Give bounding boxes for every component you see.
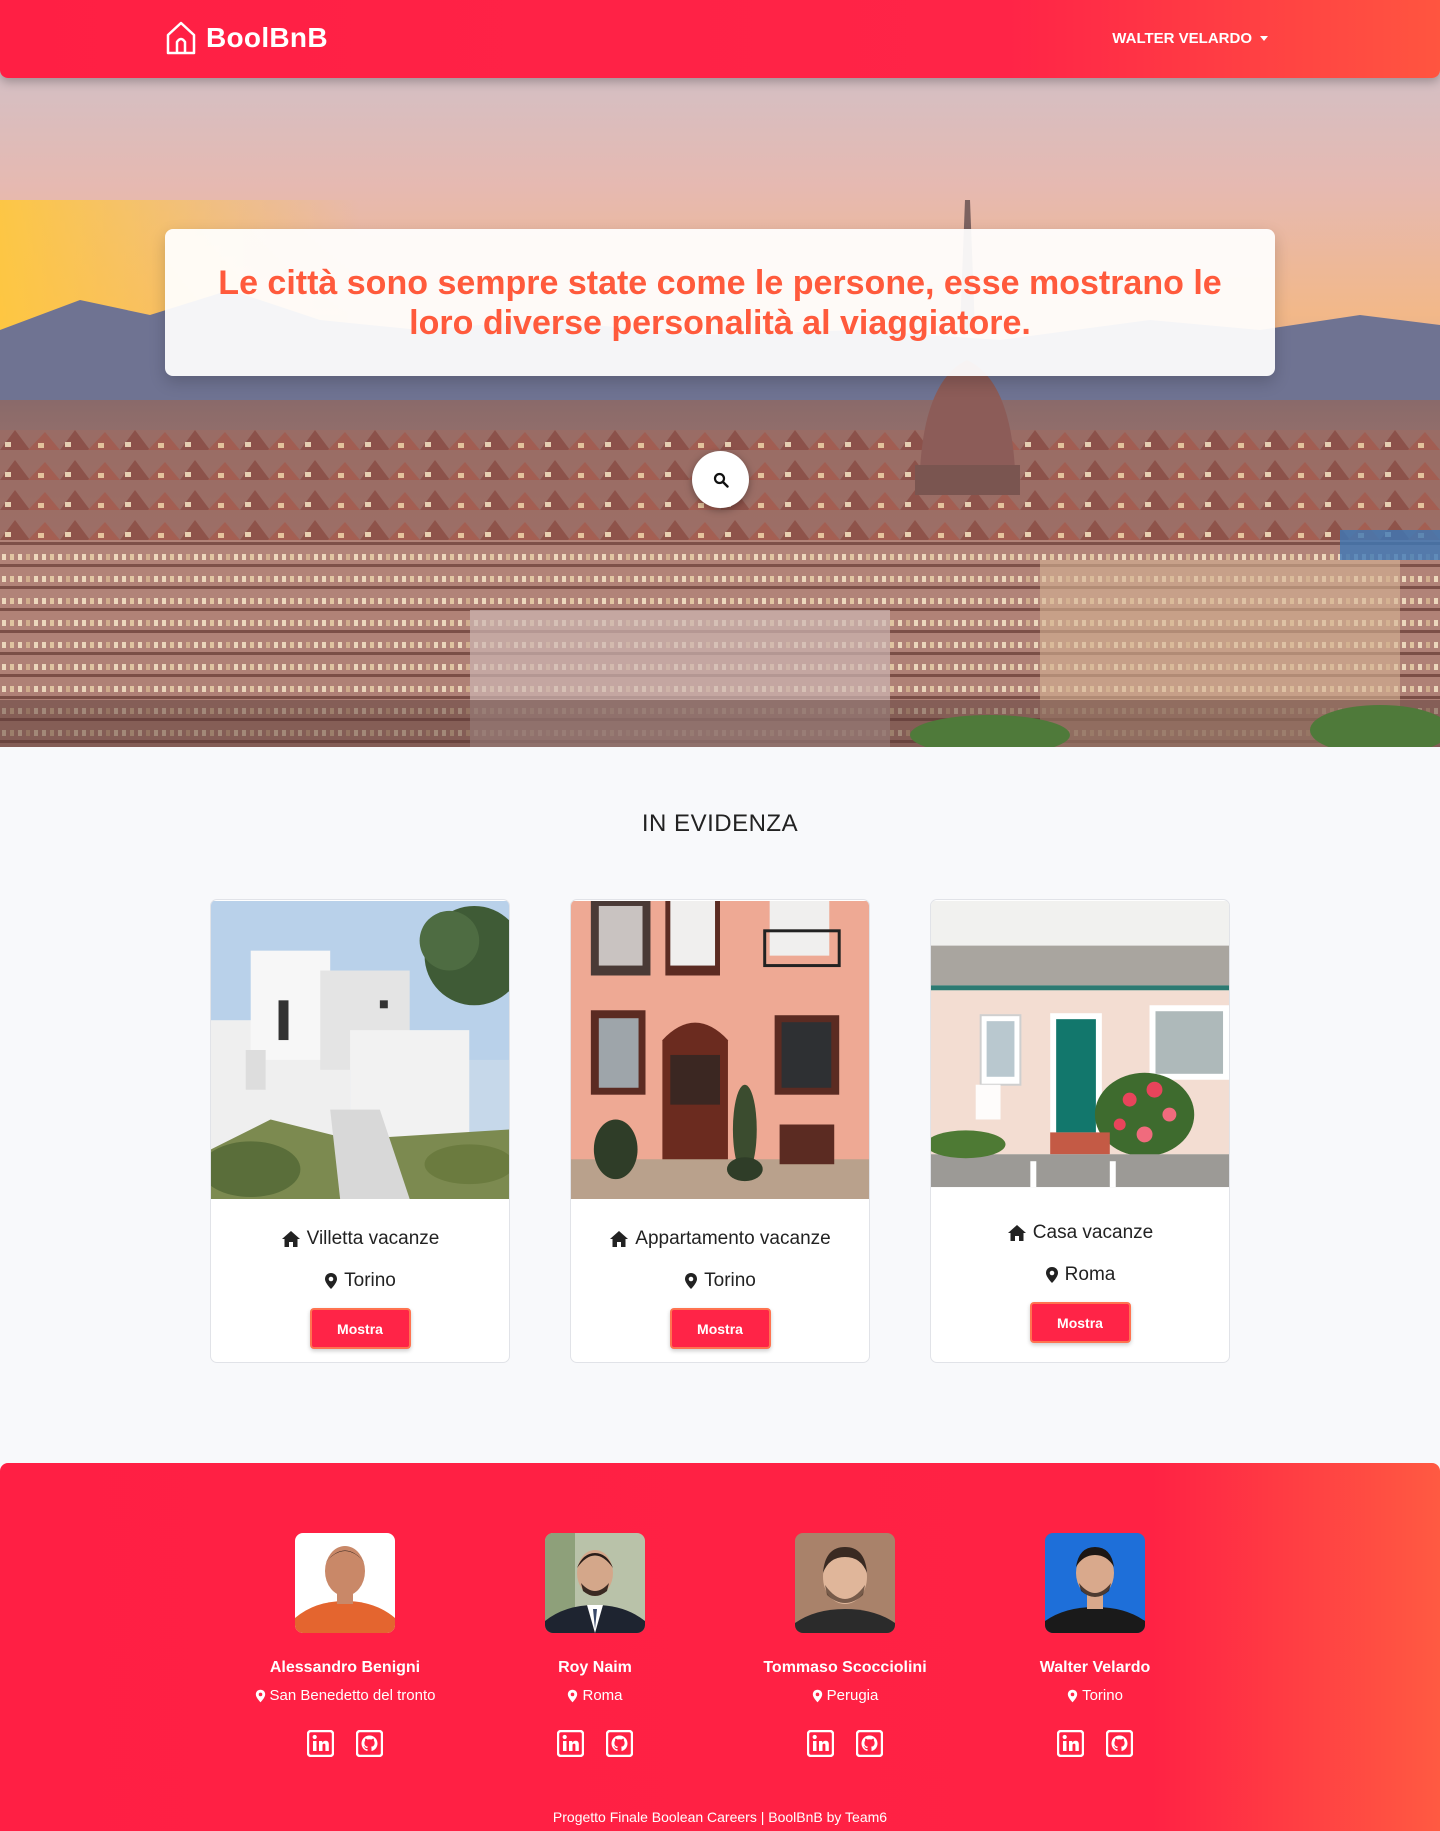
search-icon — [713, 472, 729, 488]
show-button[interactable]: Mostra — [669, 1308, 771, 1349]
featured-card-1: Villetta vacanze Torino Mostra — [210, 899, 510, 1363]
map-marker-icon — [568, 1689, 578, 1702]
navbar: BoolBnB WALTER VELARDO — [0, 0, 1440, 78]
team-member-2: Roy Naim Roma — [465, 1533, 725, 1758]
brand-name: BoolBnB — [206, 22, 328, 53]
map-marker-icon — [685, 1273, 698, 1289]
card-photo — [571, 901, 869, 1199]
map-marker-icon — [1045, 1267, 1058, 1283]
featured-title: IN EVIDENZA — [641, 810, 799, 837]
hero-section: Le città sono sempre state come le perso… — [0, 0, 1440, 747]
brand-logo[interactable]: BoolBnB — [165, 20, 328, 56]
user-name: WALTER VELARDO — [1112, 30, 1252, 47]
show-button[interactable]: Mostra — [1029, 1302, 1131, 1343]
member-city: Torino — [1082, 1687, 1123, 1704]
github-icon[interactable] — [605, 1729, 634, 1758]
avatar — [795, 1533, 895, 1633]
avatar — [1045, 1533, 1145, 1633]
home-icon — [281, 1231, 300, 1247]
featured-card-3: Casa vacanze Roma Mostra — [930, 899, 1230, 1363]
member-city: Perugia — [826, 1687, 879, 1704]
member-name: Tommaso Scocciolini — [763, 1659, 927, 1676]
member-name: Roy Naim — [558, 1659, 632, 1676]
footer: Alessandro Benigni San Benedetto del tro… — [0, 1463, 1440, 1831]
card-photo — [931, 900, 1229, 1188]
map-marker-icon — [1067, 1689, 1078, 1702]
user-dropdown[interactable]: WALTER VELARDO — [1112, 30, 1268, 47]
hero-quote-box: Le città sono sempre state come le perso… — [165, 229, 1275, 376]
member-city: Roma — [582, 1687, 623, 1704]
map-marker-icon — [325, 1273, 338, 1289]
member-city: San Benedetto del tronto — [269, 1687, 436, 1704]
search-button[interactable] — [692, 451, 749, 508]
show-button[interactable]: Mostra — [309, 1308, 411, 1349]
member-name: Walter Velardo — [1039, 1659, 1151, 1676]
card-title: Appartamento vacanze — [635, 1228, 831, 1249]
team-member-4: Walter Velardo Torino — [965, 1533, 1225, 1758]
member-name: Alessandro Benigni — [269, 1659, 421, 1676]
github-icon[interactable] — [855, 1729, 884, 1758]
card-city: Roma — [1064, 1264, 1116, 1285]
linkedin-icon[interactable] — [306, 1729, 335, 1758]
card-photo — [211, 901, 509, 1199]
copyright-text: Progetto Finale Boolean Careers | BoolBn… — [552, 1809, 888, 1825]
linkedin-icon[interactable] — [1056, 1729, 1085, 1758]
home-icon — [610, 1231, 629, 1247]
avatar — [545, 1533, 645, 1633]
avatar — [295, 1533, 395, 1633]
card-city: Torino — [344, 1270, 396, 1291]
map-marker-icon — [812, 1689, 822, 1702]
featured-card-2: Appartamento vacanze Torino Mostra — [570, 899, 870, 1363]
card-title: Villetta vacanze — [306, 1228, 440, 1249]
caret-down-icon — [1260, 36, 1268, 41]
map-marker-icon — [255, 1689, 265, 1702]
github-icon[interactable] — [1105, 1729, 1134, 1758]
linkedin-icon[interactable] — [806, 1729, 835, 1758]
home-icon — [1007, 1225, 1026, 1241]
linkedin-icon[interactable] — [556, 1729, 585, 1758]
github-icon[interactable] — [355, 1729, 384, 1758]
card-title: Casa vacanze — [1032, 1222, 1154, 1243]
team-member-3: Tommaso Scocciolini Perugia — [715, 1533, 975, 1758]
card-city: Torino — [704, 1270, 756, 1291]
hero-quote: Le città sono sempre state come le perso… — [218, 263, 1222, 342]
house-logo-icon — [166, 21, 196, 55]
team-member-1: Alessandro Benigni San Benedetto del tro… — [215, 1533, 475, 1758]
